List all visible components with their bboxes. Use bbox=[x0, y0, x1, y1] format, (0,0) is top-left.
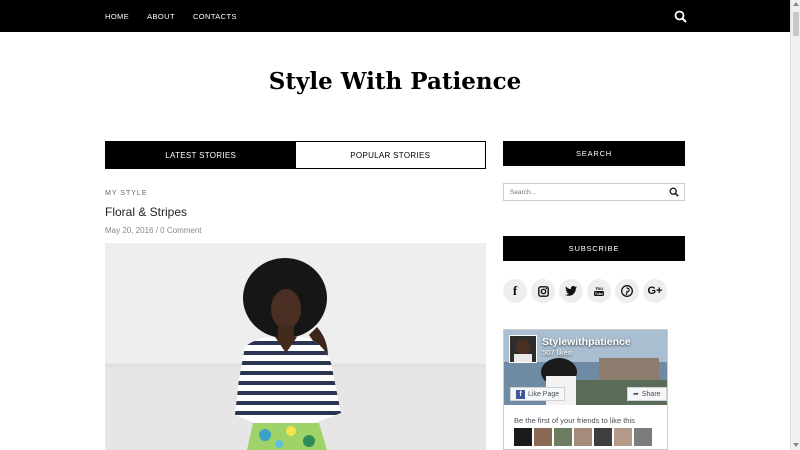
facebook-cover-photo[interactable]: Stylewithpatience 507 likes f Like Page … bbox=[504, 330, 667, 405]
svg-text:You: You bbox=[595, 286, 603, 291]
friend-avatar[interactable] bbox=[594, 428, 612, 446]
twitter-icon[interactable] bbox=[559, 279, 583, 303]
tab-latest-stories[interactable]: LATEST STORIES bbox=[106, 142, 296, 168]
facebook-share-label: Share bbox=[641, 390, 661, 398]
scroll-up-arrow-icon[interactable] bbox=[793, 2, 799, 6]
main-nav: HOME ABOUT CONTACTS bbox=[105, 0, 237, 32]
site-title[interactable]: Style With Patience bbox=[0, 68, 790, 95]
post-category[interactable]: MY STYLE bbox=[105, 190, 148, 197]
scrollbar-thumb[interactable] bbox=[793, 12, 799, 36]
facebook-like-count: 507 likes bbox=[542, 348, 572, 357]
sidebar-search-icon[interactable] bbox=[669, 187, 679, 197]
facebook-f-icon: f bbox=[516, 389, 525, 399]
nav-home-link[interactable]: HOME bbox=[105, 12, 129, 21]
post-photo-illustration bbox=[105, 243, 486, 450]
google-plus-icon[interactable]: G+ bbox=[643, 279, 667, 303]
instagram-icon[interactable] bbox=[531, 279, 555, 303]
sidebar-search-input[interactable] bbox=[504, 184, 664, 200]
scroll-down-arrow-icon[interactable] bbox=[793, 443, 799, 447]
search-widget-header: SEARCH bbox=[503, 141, 685, 166]
nav-contacts-link[interactable]: CONTACTS bbox=[193, 12, 237, 21]
social-links: f You Tube G+ bbox=[503, 279, 667, 303]
post-featured-image[interactable] bbox=[105, 243, 486, 450]
subscribe-widget-header: SUBSCRIBE bbox=[503, 236, 685, 261]
nav-about-link[interactable]: ABOUT bbox=[147, 12, 175, 21]
tab-popular-stories[interactable]: POPULAR STORIES bbox=[295, 142, 485, 168]
top-nav-bar: HOME ABOUT CONTACTS bbox=[0, 0, 790, 32]
post-date: May 20, 2016 bbox=[105, 226, 154, 235]
friend-avatar[interactable] bbox=[614, 428, 632, 446]
friend-avatar[interactable] bbox=[634, 428, 652, 446]
friend-avatar[interactable] bbox=[554, 428, 572, 446]
sidebar-search-box bbox=[503, 183, 685, 201]
facebook-like-button[interactable]: f Like Page bbox=[510, 387, 566, 401]
page-scrollbar[interactable] bbox=[790, 0, 800, 450]
friend-avatar[interactable] bbox=[514, 428, 532, 446]
facebook-icon[interactable]: f bbox=[503, 279, 527, 303]
post-title[interactable]: Floral & Stripes bbox=[105, 205, 187, 219]
story-tabs: LATEST STORIES POPULAR STORIES bbox=[105, 141, 486, 169]
youtube-icon[interactable]: You Tube bbox=[587, 279, 611, 303]
facebook-page-widget[interactable]: Stylewithpatience 507 likes f Like Page … bbox=[503, 329, 668, 450]
share-arrow-icon: ➦ bbox=[633, 391, 639, 398]
post-comments-link[interactable]: 0 Comment bbox=[160, 226, 201, 235]
facebook-like-label: Like Page bbox=[528, 390, 560, 398]
facebook-friends-text: Be the first of your friends to like thi… bbox=[514, 416, 635, 425]
facebook-friend-avatars bbox=[514, 428, 652, 446]
facebook-share-button[interactable]: ➦ Share bbox=[627, 387, 667, 401]
facebook-page-name[interactable]: Stylewithpatience bbox=[542, 336, 631, 348]
pinterest-icon[interactable] bbox=[615, 279, 639, 303]
svg-text:Tube: Tube bbox=[595, 292, 604, 296]
search-icon[interactable] bbox=[674, 10, 687, 23]
friend-avatar[interactable] bbox=[534, 428, 552, 446]
friend-avatar[interactable] bbox=[574, 428, 592, 446]
post-meta: May 20, 2016 / 0 Comment bbox=[105, 226, 202, 235]
